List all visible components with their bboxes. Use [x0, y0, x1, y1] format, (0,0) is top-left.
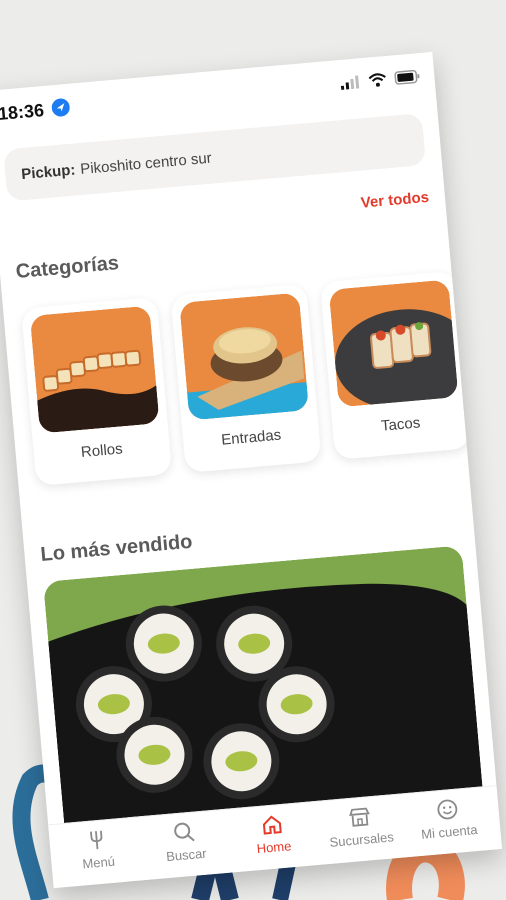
nav-branches[interactable]: Sucursales — [316, 802, 405, 850]
category-label: Entradas — [220, 426, 282, 449]
signal-icon — [340, 75, 360, 90]
nav-account[interactable]: Mi cuenta — [404, 795, 493, 843]
location-arrow-icon — [51, 98, 70, 117]
wifi-icon — [368, 73, 386, 87]
category-card-entradas[interactable]: Entradas — [170, 283, 322, 473]
search-icon — [174, 822, 195, 842]
category-card-tacos[interactable]: Tacos — [319, 270, 471, 460]
best-seller-photo[interactable] — [42, 545, 484, 833]
nav-menu[interactable]: Menú — [53, 825, 142, 873]
phone-screen: 18:36 Pickup: Pikoshito centro sur Ver t… — [0, 51, 503, 889]
nav-search-label: Buscar — [165, 845, 208, 865]
category-carousel[interactable]: Rollos Entradas Tacos — [21, 263, 502, 508]
status-time: 18:36 — [0, 100, 45, 124]
category-card-rollos[interactable]: Rollos — [21, 296, 173, 487]
smile-icon — [437, 799, 458, 820]
nav-account-label: Mi cuenta — [420, 821, 479, 842]
nav-branches-label: Sucursales — [328, 829, 395, 850]
nav-home[interactable]: Home — [228, 810, 317, 858]
pickup-label: Pickup: — [20, 160, 77, 183]
home-icon — [262, 815, 282, 835]
store-icon — [349, 807, 370, 827]
categories-title: Categorías — [14, 252, 120, 283]
see-all-link[interactable]: Ver todos — [360, 189, 430, 212]
nav-home-label: Home — [256, 838, 292, 857]
pickup-branch: Pikoshito centro sur — [79, 149, 213, 178]
category-label: Rollos — [80, 440, 124, 462]
fork-icon — [90, 830, 103, 850]
tacos-photo — [328, 279, 459, 408]
category-label: Tacos — [380, 414, 421, 435]
rollos-photo — [29, 305, 160, 434]
nav-search[interactable]: Buscar — [141, 818, 230, 866]
entradas-photo — [179, 292, 310, 421]
battery-icon — [394, 69, 420, 85]
best-sellers-title: Lo más vendido — [39, 530, 194, 566]
nav-menu-label: Menú — [81, 853, 116, 872]
